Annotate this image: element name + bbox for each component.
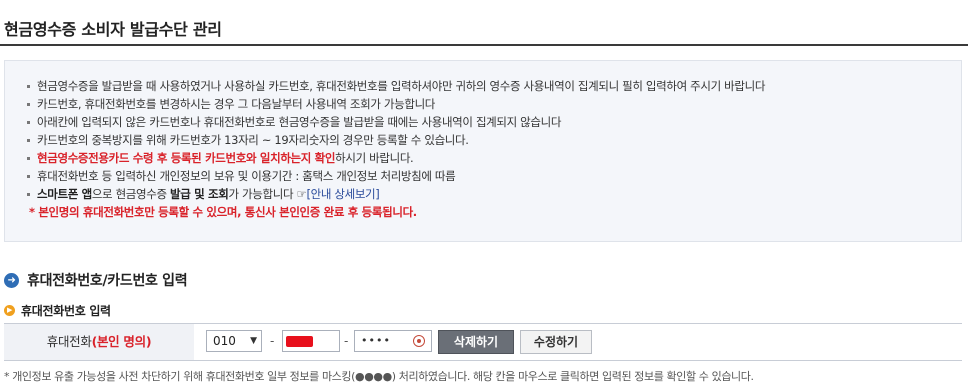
delete-button[interactable]: 삭제하기 [438, 330, 514, 354]
notice-warning: * 본인명의 휴대전화번호만 등록할 수 있으며, 통신사 본인인증 완료 후 … [29, 205, 417, 219]
redaction-mark [286, 336, 313, 347]
eye-icon[interactable] [413, 335, 425, 347]
separator-dash: - [270, 334, 275, 348]
notice-item: 현금영수증을 발급받을 때 사용하였거나 사용하실 카드번호, 휴대전화번호를 … [27, 77, 961, 95]
phone-label: 휴대전화(본인 명의) [4, 324, 194, 360]
masking-note: * 개인정보 유출 가능성을 사전 차단하기 위해 휴대전화번호 일부 정보를 … [4, 370, 754, 383]
notice-emphasis: 발급 및 조회 [170, 187, 229, 201]
subsection-title: 휴대전화번호 입력 [21, 303, 111, 318]
notice-item: 현금영수증전용카드 수령 후 등록된 카드번호와 일치하는지 확인하시기 바랍니… [27, 149, 961, 167]
phone-last-input[interactable]: •••• [354, 330, 432, 352]
phone-form-row: 휴대전화(본인 명의) 010 ▼ - - •••• 삭제하기 수정하기 [4, 323, 962, 361]
notice-item: 카드번호의 중복방지를 위해 카드번호가 13자리 ~ 19자리숫자의 경우만 … [27, 131, 961, 149]
notice-emphasis: 스마트폰 앱 [37, 187, 92, 201]
phone-label-note: (본인 명의) [91, 334, 152, 349]
bullet-icon [27, 85, 30, 88]
notice-item: 아래칸에 입력되지 않은 카드번호나 휴대전화번호로 현금영수증을 발급받을 때… [27, 113, 961, 131]
section-heading: ➜ 휴대전화번호/카드번호 입력 [4, 270, 188, 290]
bullet-icon [27, 103, 30, 106]
notice-item: 카드번호, 휴대전화번호를 변경하시는 경우 그 다음날부터 사용내역 조회가 … [27, 95, 961, 113]
bullet-icon [27, 175, 30, 178]
section-title: 휴대전화번호/카드번호 입력 [27, 273, 188, 289]
bullet-icon [27, 139, 30, 142]
title-divider [0, 44, 968, 46]
subsection-heading: ▶ 휴대전화번호 입력 [4, 302, 111, 318]
notice-item: 스마트폰 앱으로 현금영수증 발급 및 조회가 가능합니다 ☞[안내 상세보기] [27, 185, 961, 203]
bullet-icon [27, 157, 30, 160]
notice-item: 휴대전화번호 등 입력하신 개인정보의 보유 및 이용기간 : 홈택스 개인정보… [27, 167, 961, 185]
notice-list: 현금영수증을 발급받을 때 사용하였거나 사용하실 카드번호, 휴대전화번호를 … [5, 61, 961, 203]
bullet-icon [27, 121, 30, 124]
chevron-down-icon: ▼ [250, 336, 257, 346]
notice-box: 현금영수증을 발급받을 때 사용하였거나 사용하실 카드번호, 휴대전화번호를 … [4, 60, 962, 242]
page-title: 현금영수증 소비자 발급수단 관리 [4, 20, 222, 39]
circle-arrow-icon: ➜ [4, 272, 19, 288]
guide-detail-link[interactable]: [안내 상세보기] [306, 187, 379, 201]
phone-middle-input[interactable] [282, 330, 340, 352]
phone-prefix-select[interactable]: 010 ▼ [206, 330, 262, 352]
orange-bullet-icon: ▶ [4, 304, 15, 316]
edit-button[interactable]: 수정하기 [520, 330, 592, 354]
separator-dash: - [344, 334, 349, 348]
notice-emphasis: 현금영수증전용카드 수령 후 등록된 카드번호와 일치하는지 확인 [37, 151, 336, 165]
bullet-icon [27, 193, 30, 196]
